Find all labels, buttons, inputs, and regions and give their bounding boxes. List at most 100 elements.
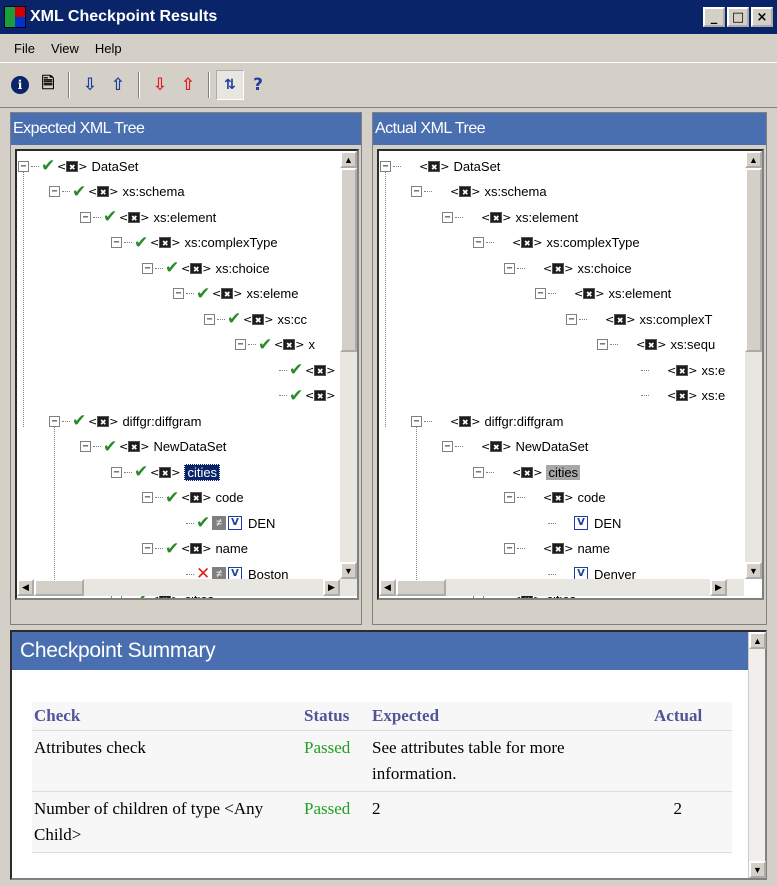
- collapse-toggle-icon[interactable]: −: [411, 415, 422, 427]
- collapse-toggle-icon[interactable]: −: [111, 237, 122, 248]
- expected-xml-tree[interactable]: −✔<✖>cities✕≠VBoston−✔<✖>name✔≠VDEN−✔<✖>…: [15, 149, 359, 600]
- close-button[interactable]: ×: [751, 7, 773, 27]
- expected-vertical-scrollbar[interactable]: ▲ ▼: [340, 151, 357, 579]
- tree-node[interactable]: − < ✖ > code: [504, 486, 606, 510]
- help-button[interactable]: ?: [244, 70, 272, 100]
- hscroll-thumb[interactable]: [396, 579, 446, 596]
- collapse-toggle-icon[interactable]: −: [597, 339, 608, 350]
- tree-node[interactable]: V DEN: [535, 511, 621, 535]
- tree-node[interactable]: − < ✖ > name: [504, 537, 610, 561]
- synchronize-button[interactable]: ⇅: [216, 70, 244, 100]
- collapse-toggle-icon[interactable]: −: [504, 543, 515, 554]
- scroll-up-arrow-icon[interactable]: ▲: [749, 632, 766, 649]
- tree-node[interactable]: − < ✖ > xs:complexT: [566, 307, 712, 331]
- collapse-toggle-icon[interactable]: −: [411, 186, 422, 197]
- element-node-icon: <✖>: [667, 363, 698, 377]
- scroll-thumb[interactable]: [745, 168, 762, 352]
- tree-node[interactable]: − ✔ < ✖ > NewDataSet: [80, 435, 226, 459]
- menu-view[interactable]: View: [43, 41, 87, 56]
- properties-button[interactable]: 🗎: [34, 70, 62, 100]
- collapse-toggle-icon[interactable]: −: [204, 313, 215, 325]
- tree-node[interactable]: − ✔ < ✖ > xs:cc: [204, 307, 307, 331]
- actual-horizontal-scrollbar[interactable]: ◀ ▶: [379, 579, 744, 596]
- tree-node[interactable]: ✔ < ✖ >: [266, 358, 339, 382]
- collapse-toggle-icon[interactable]: −: [473, 237, 484, 248]
- tree-node[interactable]: − < ✖ > xs:schema: [411, 180, 547, 204]
- collapse-toggle-icon[interactable]: −: [142, 543, 153, 554]
- tree-node[interactable]: −✔<✖>cities: [111, 460, 221, 484]
- tree-node[interactable]: − < ✖ > xs:element: [535, 282, 671, 306]
- minimize-button[interactable]: _: [703, 7, 725, 27]
- actual-xml-tree[interactable]: −<✖>citiesVDenver−<✖>nameVDEN−<✖>code−<✖…: [377, 149, 764, 600]
- collapse-toggle-icon[interactable]: −: [80, 441, 91, 452]
- tree-node[interactable]: < ✖ > xs:e: [628, 358, 725, 382]
- actual-vertical-scrollbar[interactable]: ▲ ▼: [745, 151, 762, 579]
- info-button[interactable]: i: [6, 70, 34, 100]
- collapse-toggle-icon[interactable]: −: [504, 262, 515, 274]
- menu-file[interactable]: File: [6, 41, 43, 56]
- collapse-toggle-icon[interactable]: −: [442, 211, 453, 223]
- tree-node[interactable]: − ✔ < ✖ > xs:element: [80, 205, 216, 229]
- tree-node[interactable]: − < ✖ > diffgr:diffgram: [411, 409, 563, 433]
- next-node-button[interactable]: ⇩: [76, 70, 104, 100]
- collapse-toggle-icon[interactable]: −: [173, 288, 184, 299]
- scroll-right-arrow-icon[interactable]: ▶: [323, 579, 340, 596]
- collapse-toggle-icon[interactable]: −: [142, 262, 153, 274]
- tree-node-label: name: [577, 541, 610, 556]
- scroll-down-arrow-icon[interactable]: ▼: [340, 562, 357, 579]
- pass-check-icon: ✔: [72, 181, 87, 202]
- collapse-toggle-icon[interactable]: −: [18, 160, 29, 172]
- maximize-button[interactable]: □: [727, 7, 749, 27]
- tree-node[interactable]: < ✖ > xs:e: [628, 384, 725, 408]
- scroll-right-arrow-icon[interactable]: ▶: [710, 579, 727, 596]
- tree-node[interactable]: − ✔ < ✖ > name: [142, 537, 248, 561]
- scroll-thumb[interactable]: [340, 168, 357, 352]
- menu-help[interactable]: Help: [87, 41, 130, 56]
- collapse-toggle-icon[interactable]: −: [535, 288, 546, 299]
- tree-node[interactable]: ✔ < ✖ >: [266, 384, 339, 408]
- tree-node[interactable]: − ✔ < ✖ > code: [142, 486, 244, 510]
- tree-node[interactable]: − <✖>cities: [473, 460, 581, 484]
- tree-node[interactable]: − ✔ < ✖ > xs:eleme: [173, 282, 298, 306]
- tree-node[interactable]: − ✔ < ✖ > x: [235, 333, 315, 357]
- collapse-toggle-icon[interactable]: −: [473, 466, 484, 478]
- scroll-up-arrow-icon[interactable]: ▲: [340, 151, 357, 168]
- tree-node[interactable]: − < ✖ > xs:complexType: [473, 231, 640, 255]
- collapse-toggle-icon[interactable]: −: [111, 466, 122, 478]
- scroll-down-arrow-icon[interactable]: ▼: [745, 562, 762, 579]
- tree-node[interactable]: ✔ ≠ V DEN: [173, 511, 275, 535]
- collapse-toggle-icon[interactable]: −: [235, 339, 246, 350]
- expected-horizontal-scrollbar[interactable]: ◀ ▶: [17, 579, 357, 596]
- tree-node[interactable]: − ✔ < ✖ > diffgr:diffgram: [49, 409, 201, 433]
- hscroll-thumb[interactable]: [34, 579, 84, 596]
- tree-node[interactable]: − < ✖ > xs:sequ: [597, 333, 715, 357]
- next-error-button[interactable]: ⇩: [146, 70, 174, 100]
- collapse-toggle-icon[interactable]: −: [49, 186, 60, 197]
- scroll-down-arrow-icon[interactable]: ▼: [749, 861, 766, 878]
- previous-node-button[interactable]: ⇧: [104, 70, 132, 100]
- pass-check-icon: ✔: [165, 487, 180, 508]
- collapse-toggle-icon[interactable]: −: [142, 492, 153, 503]
- collapse-toggle-icon[interactable]: −: [442, 441, 453, 452]
- element-node-icon: <✖>: [605, 312, 636, 326]
- tree-node[interactable]: − ✔ < ✖ > xs:schema: [49, 180, 185, 204]
- collapse-toggle-icon[interactable]: −: [380, 160, 391, 172]
- info-icon: i: [11, 76, 29, 94]
- tree-node[interactable]: − < ✖ > NewDataSet: [442, 435, 588, 459]
- column-header-status: Status: [302, 702, 370, 731]
- summary-vertical-scrollbar[interactable]: ▲ ▼: [748, 632, 766, 878]
- scroll-up-arrow-icon[interactable]: ▲: [745, 151, 762, 168]
- tree-node[interactable]: − < ✖ > xs:choice: [504, 256, 632, 280]
- tree-node[interactable]: − ✔ < ✖ > xs:choice: [142, 256, 270, 280]
- scroll-left-arrow-icon[interactable]: ◀: [17, 579, 34, 596]
- scroll-left-arrow-icon[interactable]: ◀: [379, 579, 396, 596]
- collapse-toggle-icon[interactable]: −: [49, 415, 60, 427]
- previous-error-button[interactable]: ⇧: [174, 70, 202, 100]
- tree-node[interactable]: − < ✖ > DataSet: [380, 154, 500, 178]
- collapse-toggle-icon[interactable]: −: [80, 211, 91, 223]
- tree-node[interactable]: − ✔ < ✖ > DataSet: [18, 154, 138, 178]
- tree-node[interactable]: − < ✖ > xs:element: [442, 205, 578, 229]
- tree-node[interactable]: − ✔ < ✖ > xs:complexType: [111, 231, 278, 255]
- collapse-toggle-icon[interactable]: −: [504, 492, 515, 503]
- collapse-toggle-icon[interactable]: −: [566, 313, 577, 325]
